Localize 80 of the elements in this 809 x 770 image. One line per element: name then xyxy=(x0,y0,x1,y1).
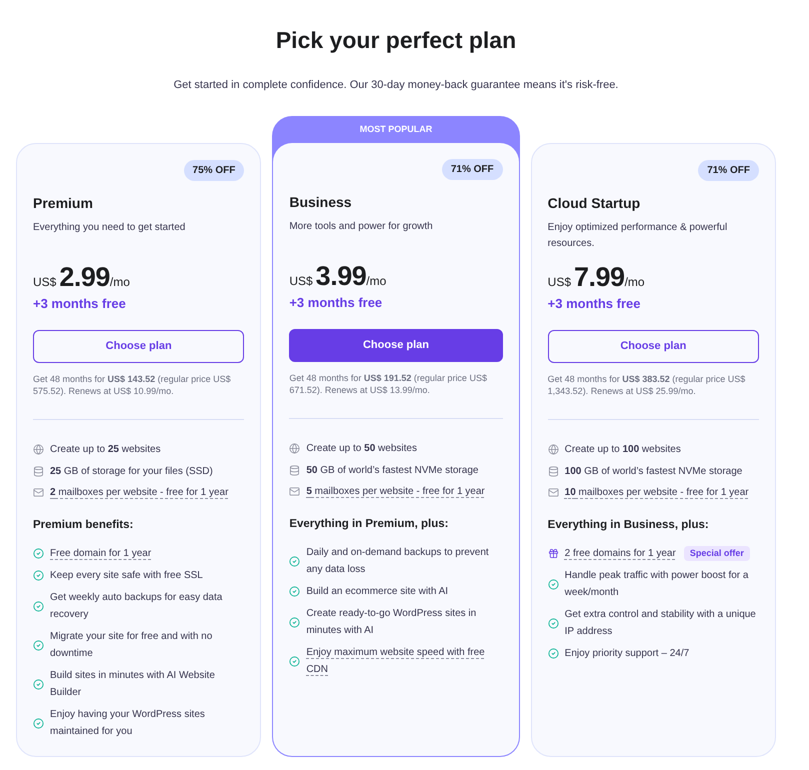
bonus-text: +3 months free xyxy=(289,294,382,312)
fine-print: Get 48 months for US$ 383.52 (regular price US$ 1,343.52). Renews at US$ 25.99/mo. xyxy=(548,374,746,397)
benefit-text: Handle peak traffic with power boost for a week/month xyxy=(564,570,748,598)
fine-print: Get 48 months for US$ 143.52 (regular price US$ 575.52). Renews at US$ 10.99/mo. xyxy=(33,374,232,397)
plan-description: More tools and power for growth xyxy=(289,220,434,234)
period-label: /mo xyxy=(110,274,130,291)
price-amount: 7.99 xyxy=(574,261,625,293)
check-circle-icon xyxy=(33,548,44,559)
benefit-text: 2 free domains for 1 year xyxy=(564,548,676,559)
benefit-text: Enjoy maximum website speed with free CDN xyxy=(306,647,485,675)
check-circle-icon xyxy=(289,616,300,628)
plan-description: Enjoy optimized performance & powerful resources. xyxy=(548,221,728,251)
benefit-text: Get weekly auto backups for easy data recovery xyxy=(50,592,222,620)
check-circle-icon xyxy=(33,718,44,728)
benefit-text: Daily and on-demand backups to prevent any data loss xyxy=(306,547,489,575)
database-icon xyxy=(289,464,300,476)
benefit-text: Build an ecommerce site with AI xyxy=(306,586,448,597)
discount-badge: 75% OFF xyxy=(184,160,244,181)
check-circle-icon xyxy=(548,618,559,628)
discount-badge: 71% OFF xyxy=(698,160,759,181)
check-circle-icon xyxy=(289,556,300,566)
feature-text: Create up to 100 websites xyxy=(564,443,681,457)
feature-text: 100 GB of world’s fastest NVMe storage xyxy=(564,464,742,478)
feature-text: Create up to 25 websites xyxy=(50,443,161,457)
period-label: /mo xyxy=(366,273,386,290)
choose-plan-button[interactable]: Choose plan xyxy=(33,330,244,363)
database-icon xyxy=(548,466,559,476)
page-subtitle: Get started in complete confidence. Our 30-day money-back guarantee means it's risk-free. xyxy=(174,78,618,93)
choose-plan-button[interactable]: Choose plan xyxy=(289,329,503,362)
feature-text: 25 GB of storage for your files (SSD) xyxy=(50,464,213,478)
bonus-text: +3 months free xyxy=(548,295,640,313)
benefit-text: Build sites in minutes with AI Website Builder xyxy=(50,670,215,698)
check-circle-icon xyxy=(33,640,44,650)
benefit-text: Create ready-to-go WordPress sites in minutes with AI xyxy=(306,608,476,636)
special-offer-badge: Special offer xyxy=(684,546,750,561)
currency-label: US$ xyxy=(33,274,56,291)
choose-plan-button[interactable]: Choose plan xyxy=(548,330,759,363)
price-amount: 3.99 xyxy=(316,260,366,292)
currency-label: US$ xyxy=(548,274,571,291)
check-circle-icon xyxy=(548,648,559,659)
globe-icon xyxy=(548,444,559,455)
benefit-text: Migrate your site for free and with no downtime xyxy=(50,631,212,659)
gift-icon xyxy=(548,548,559,559)
benefits-heading: Everything in Business, plus: xyxy=(548,518,710,533)
plan-name: Cloud Startup xyxy=(548,194,642,213)
globe-icon xyxy=(289,443,300,454)
plan-name: Business xyxy=(289,193,353,212)
benefits-heading: Premium benefits: xyxy=(33,518,134,533)
mail-icon xyxy=(289,486,300,497)
feature-text: 2 mailboxes per website - free for 1 year xyxy=(50,486,228,500)
check-circle-icon xyxy=(289,586,300,597)
check-circle-icon xyxy=(33,600,44,612)
mail-icon xyxy=(33,487,44,498)
fine-print: Get 48 months for US$ 191.52 (regular price US$ 671.52). Renews at US$ 13.99/mo. xyxy=(289,373,488,396)
benefit-text: Free domain for 1 year xyxy=(50,548,152,559)
check-circle-icon xyxy=(548,578,559,590)
page-title: Pick your perfect plan xyxy=(276,26,516,54)
benefit-text: Keep every site safe with free SSL xyxy=(50,570,203,581)
database-icon xyxy=(33,466,44,476)
check-circle-icon xyxy=(33,570,44,581)
benefit-text: Enjoy priority support – 24/7 xyxy=(564,648,690,659)
plan-description: Everything you need to get started xyxy=(33,221,186,235)
feature-text: 10 mailboxes per website - free for 1 year xyxy=(564,486,749,500)
benefits-heading: Everything in Premium, plus: xyxy=(289,517,450,532)
check-circle-icon xyxy=(289,656,300,666)
feature-text: 5 mailboxes per website - free for 1 year xyxy=(306,485,485,499)
benefit-text: Get extra control and stability with a unique IP address xyxy=(564,609,756,637)
plan-name: Premium xyxy=(33,194,94,213)
bonus-text: +3 months free xyxy=(33,295,126,313)
price-amount: 2.99 xyxy=(59,261,110,293)
mail-icon xyxy=(548,487,559,498)
globe-icon xyxy=(33,444,44,455)
feature-text: 50 GB of world’s fastest NVMe storage xyxy=(306,464,478,478)
currency-label: US$ xyxy=(289,273,313,290)
period-label: /mo xyxy=(624,274,645,291)
banner-label: MOST POPULAR xyxy=(360,123,432,136)
feature-text: Create up to 50 websites xyxy=(306,442,417,456)
benefit-text: Enjoy having your WordPress sites maintained for you xyxy=(50,709,205,737)
check-circle-icon xyxy=(33,678,44,690)
discount-badge: 71% OFF xyxy=(442,159,503,180)
